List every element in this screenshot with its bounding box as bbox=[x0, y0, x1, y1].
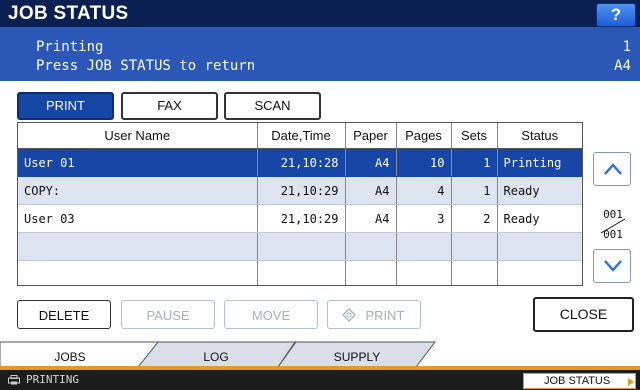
move-button[interactable]: MOVE bbox=[224, 300, 318, 329]
status-message-area: Printing Press JOB STATUS to return 1 A4 bbox=[0, 27, 640, 81]
scroll-down-button[interactable] bbox=[593, 249, 631, 283]
close-button[interactable]: CLOSE bbox=[533, 297, 634, 332]
cell-empty bbox=[257, 260, 346, 285]
title-bar: JOB STATUS ? bbox=[0, 0, 640, 27]
cell-empty bbox=[18, 232, 258, 261]
cell-status: Ready bbox=[497, 176, 582, 205]
cell-date-time: 21,10:29 bbox=[257, 204, 346, 233]
column-header-date-time: Date,Time bbox=[257, 123, 346, 149]
cell-sets: 2 bbox=[451, 204, 498, 233]
cell-paper: A4 bbox=[345, 204, 397, 233]
total-pages: 001 bbox=[603, 228, 623, 241]
printer-icon bbox=[8, 375, 20, 385]
mode-fax-button[interactable]: FAX bbox=[121, 92, 218, 120]
table-row[interactable]: User 03 21,10:29 A4 3 2 Ready bbox=[18, 204, 582, 233]
cell-empty bbox=[257, 232, 346, 261]
cell-empty bbox=[451, 260, 498, 285]
copies-count: 1 bbox=[622, 39, 631, 55]
mode-scan-button[interactable]: SCAN bbox=[224, 92, 321, 120]
table-row-empty bbox=[18, 260, 582, 285]
column-header-pages: Pages bbox=[396, 123, 452, 149]
table-header-row: User Name Date,Time Paper Pages Sets Sta… bbox=[18, 123, 582, 149]
cell-empty bbox=[396, 232, 452, 261]
job-table: User Name Date,Time Paper Pages Sets Sta… bbox=[17, 122, 583, 286]
page-title: JOB STATUS bbox=[8, 3, 129, 24]
column-header-paper: Paper bbox=[345, 123, 397, 149]
table-row[interactable]: COPY: 21,10:29 A4 4 1 Ready bbox=[18, 176, 582, 205]
status-line-2: Press JOB STATUS to return bbox=[36, 58, 256, 74]
job-status-button[interactable]: JOB STATUS bbox=[523, 373, 636, 389]
cell-date-time: 21,10:28 bbox=[257, 148, 346, 177]
delete-button[interactable]: DELETE bbox=[17, 300, 111, 329]
scroll-up-button[interactable] bbox=[593, 152, 631, 186]
cell-empty bbox=[396, 260, 452, 285]
cell-sets: 1 bbox=[451, 176, 498, 205]
print-release-button[interactable]: PRINT bbox=[327, 300, 421, 329]
cell-date-time: 21,10:29 bbox=[257, 176, 346, 205]
column-header-status: Status bbox=[497, 123, 582, 149]
column-header-sets: Sets bbox=[451, 123, 498, 149]
cell-empty bbox=[451, 232, 498, 261]
cell-paper: A4 bbox=[345, 176, 397, 205]
cell-user-name: COPY: bbox=[18, 176, 258, 205]
tab-supply[interactable]: SUPPLY bbox=[322, 350, 392, 364]
arrow-right-icon bbox=[628, 378, 634, 386]
paper-size: A4 bbox=[614, 58, 631, 74]
cell-sets: 1 bbox=[451, 148, 498, 177]
help-button[interactable]: ? bbox=[596, 3, 636, 27]
job-status-label: JOB STATUS bbox=[544, 375, 611, 387]
cell-empty bbox=[497, 232, 582, 261]
footer-status-text: PRINTING bbox=[26, 373, 79, 386]
pause-button[interactable]: PAUSE bbox=[121, 300, 215, 329]
page-indicator: 001 001 bbox=[595, 208, 631, 244]
cell-empty bbox=[345, 260, 397, 285]
cell-pages: 10 bbox=[396, 148, 452, 177]
column-header-user-name: User Name bbox=[18, 123, 258, 149]
tab-jobs[interactable]: JOBS bbox=[40, 350, 100, 364]
mode-print-button[interactable]: PRINT bbox=[17, 92, 114, 120]
status-line-1: Printing bbox=[36, 39, 104, 55]
table-row-empty bbox=[18, 232, 582, 261]
cell-pages: 4 bbox=[396, 176, 452, 205]
start-diamond-icon bbox=[342, 308, 356, 322]
cell-status: Ready bbox=[497, 204, 582, 233]
cell-empty bbox=[497, 260, 582, 285]
cell-user-name: User 01 bbox=[18, 148, 258, 177]
cell-pages: 3 bbox=[396, 204, 452, 233]
tab-log[interactable]: LOG bbox=[186, 350, 246, 364]
cell-user-name: User 03 bbox=[18, 204, 258, 233]
chevron-down-icon bbox=[604, 260, 622, 272]
cell-status: Printing bbox=[497, 148, 582, 177]
table-row[interactable]: User 01 21,10:28 A4 10 1 Printing bbox=[18, 148, 582, 177]
cell-empty bbox=[345, 232, 397, 261]
cell-paper: A4 bbox=[345, 148, 397, 177]
cell-empty bbox=[18, 260, 258, 285]
chevron-up-icon bbox=[604, 163, 622, 175]
